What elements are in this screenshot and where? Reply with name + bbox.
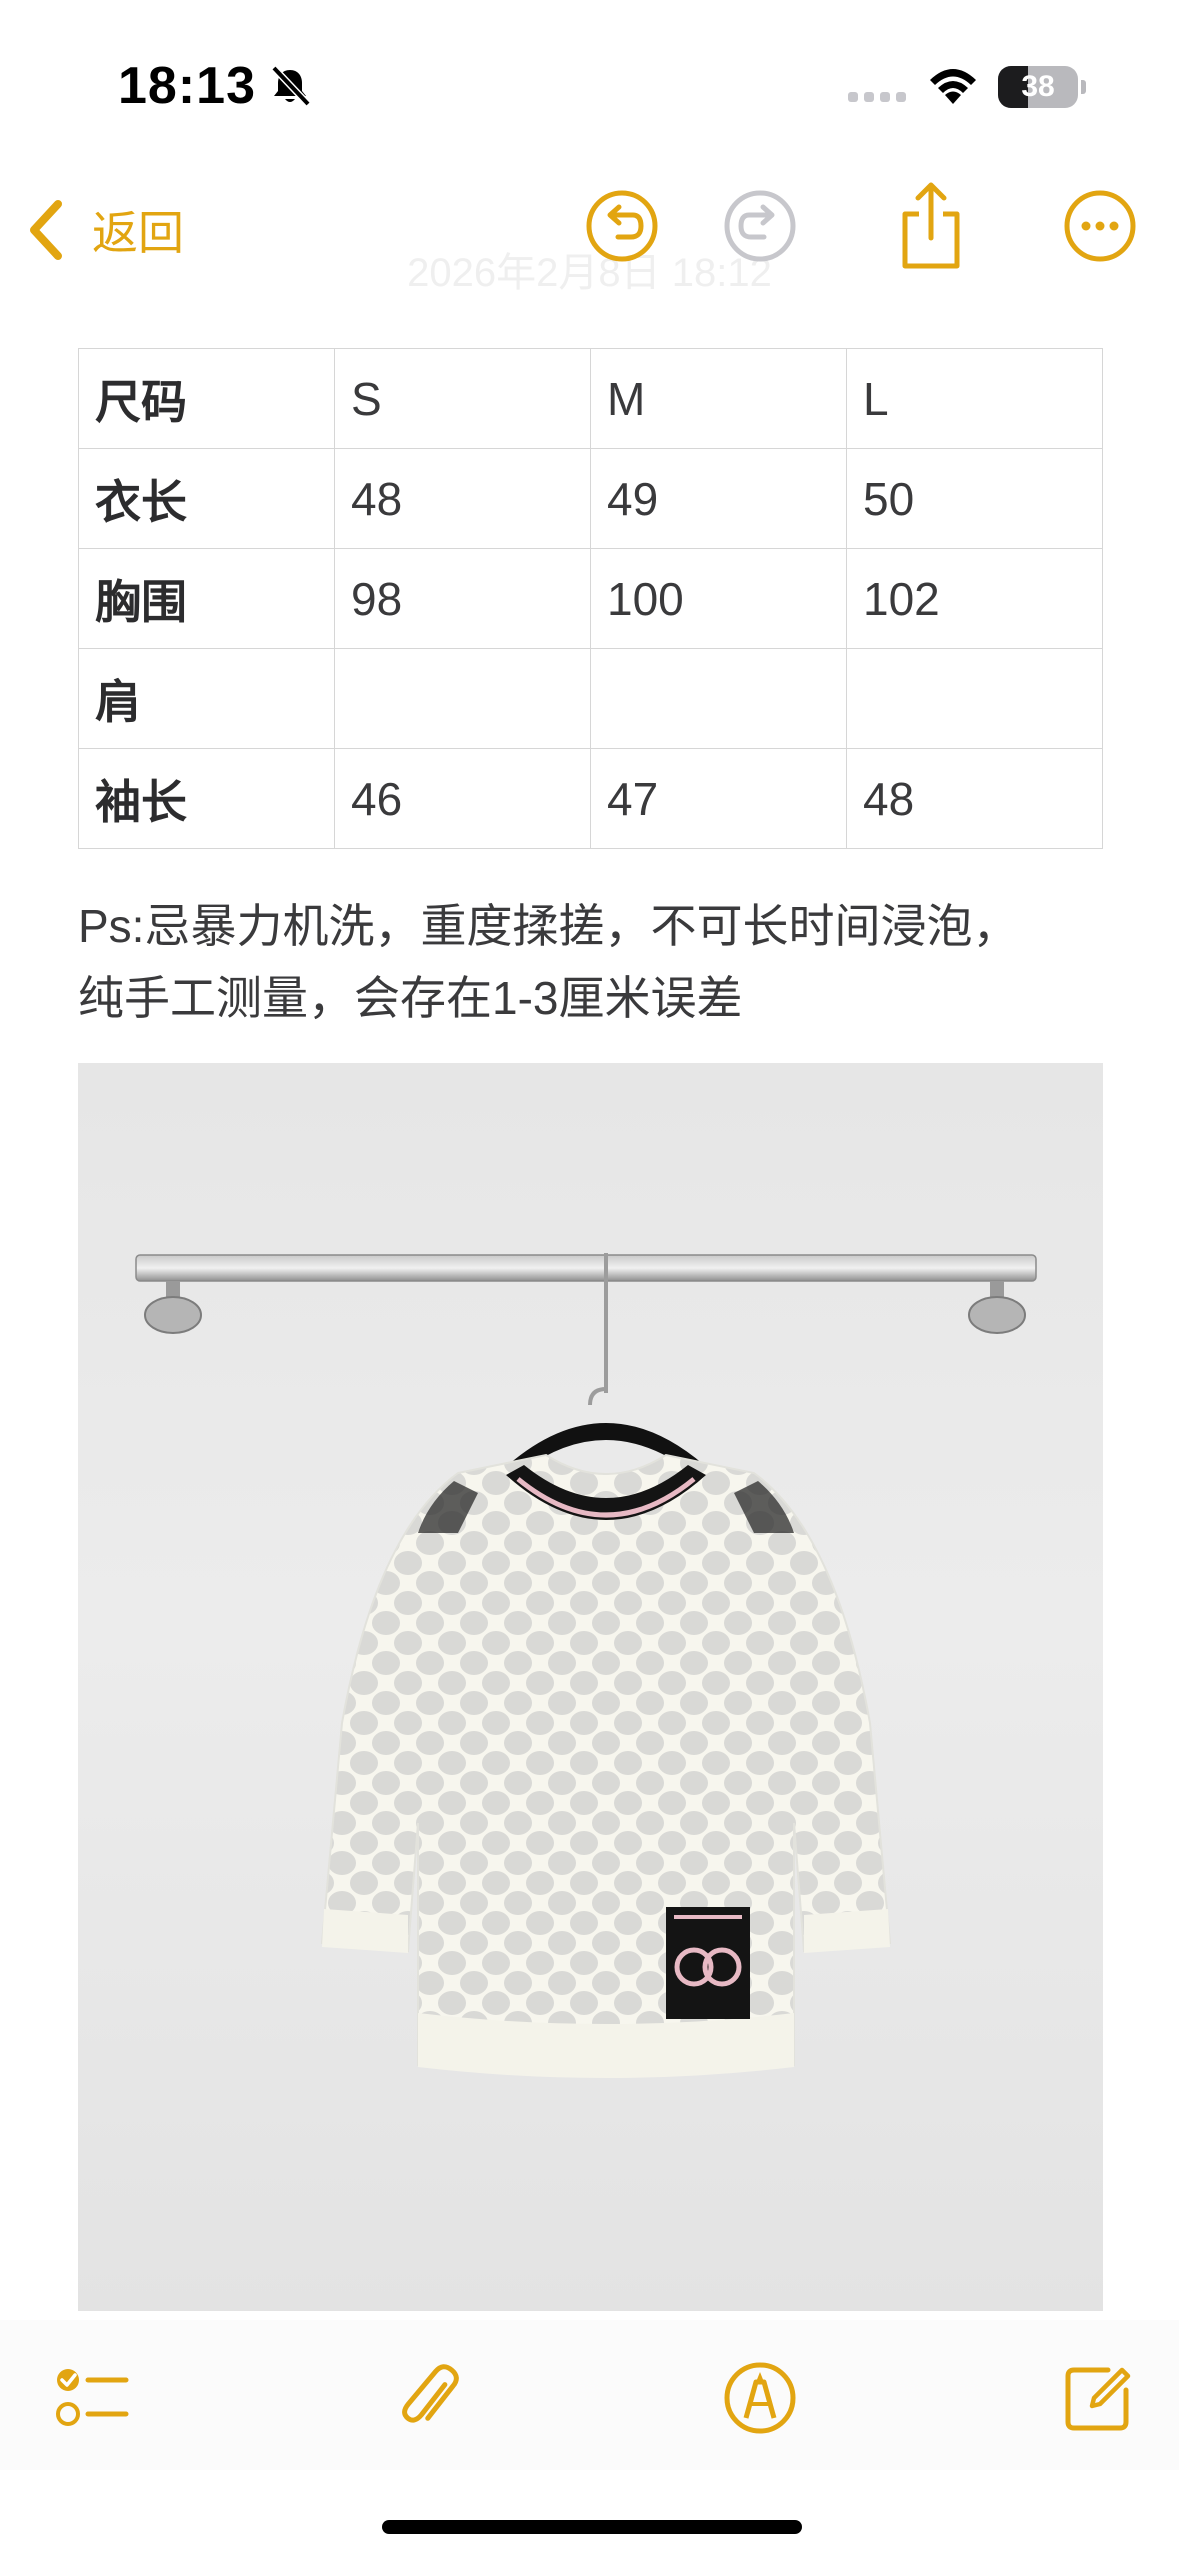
status-time: 18:13 xyxy=(118,57,256,115)
table-cell[interactable]: 48 xyxy=(846,748,1103,849)
more-icon[interactable] xyxy=(1062,188,1138,264)
table-cell[interactable]: 98 xyxy=(334,548,591,649)
table-cell[interactable] xyxy=(334,648,591,749)
wifi-icon xyxy=(930,69,976,104)
table-cell[interactable]: M xyxy=(590,348,847,449)
note-text[interactable]: Ps:忌暴力机洗，重度揉搓，不可长时间浸泡， 纯手工测量，会存在1-3厘米误差 xyxy=(78,890,1138,1034)
table-cell[interactable]: 50 xyxy=(846,448,1103,549)
checklist-icon[interactable] xyxy=(54,2360,130,2436)
table-cell[interactable]: 102 xyxy=(846,548,1103,649)
note-line: Ps:忌暴力机洗，重度揉搓，不可长时间浸泡， xyxy=(78,900,1019,952)
battery-indicator: 38 xyxy=(998,66,1086,108)
table-cell[interactable] xyxy=(590,648,847,749)
sweater-illustration xyxy=(135,1253,1037,2078)
bottom-toolbar xyxy=(0,2320,1179,2470)
size-table: 尺码 S M L 衣长 48 49 50 胸围 98 100 102 肩 袖长 … xyxy=(78,348,1103,849)
table-cell[interactable]: L xyxy=(846,348,1103,449)
markup-pen-icon[interactable] xyxy=(722,2360,798,2436)
table-cell[interactable]: 48 xyxy=(334,448,591,549)
table-cell[interactable]: 尺码 xyxy=(78,348,335,449)
undo-icon[interactable] xyxy=(584,188,660,264)
note-line: 纯手工测量，会存在1-3厘米误差 xyxy=(78,972,743,1024)
table-cell[interactable]: 100 xyxy=(590,548,847,649)
table-cell[interactable]: 胸围 xyxy=(78,548,335,649)
back-label: 返回 xyxy=(92,207,184,259)
table-row: 衣长 48 49 50 xyxy=(78,448,1103,549)
table-row: 尺码 S M L xyxy=(78,348,1103,449)
table-row: 袖长 46 47 48 xyxy=(78,748,1103,849)
table-cell[interactable]: 49 xyxy=(590,448,847,549)
table-row: 肩 xyxy=(78,648,1103,749)
compose-icon[interactable] xyxy=(1060,2360,1136,2436)
table-cell[interactable]: S xyxy=(334,348,591,449)
redo-icon[interactable] xyxy=(722,188,798,264)
table-cell[interactable]: 46 xyxy=(334,748,591,849)
table-cell[interactable]: 衣长 xyxy=(78,448,335,549)
battery-level: 38 xyxy=(1021,70,1055,103)
home-indicator[interactable] xyxy=(382,2520,802,2534)
bell-off-icon xyxy=(271,65,311,107)
back-button[interactable]: 返回 xyxy=(24,192,184,268)
table-cell[interactable]: 肩 xyxy=(78,648,335,749)
table-cell[interactable] xyxy=(846,648,1103,749)
nav-bar: 返回 xyxy=(0,170,1179,290)
table-cell[interactable]: 袖长 xyxy=(78,748,335,849)
chevron-left-icon xyxy=(30,200,62,260)
table-row: 胸围 98 100 102 xyxy=(78,548,1103,649)
table-cell[interactable]: 47 xyxy=(590,748,847,849)
paperclip-icon[interactable] xyxy=(392,2360,468,2436)
status-bar: 18:13 38 xyxy=(0,0,1179,170)
cellular-signal-icon xyxy=(848,92,906,102)
share-icon[interactable] xyxy=(893,180,969,272)
product-photo[interactable] xyxy=(78,1063,1103,2311)
